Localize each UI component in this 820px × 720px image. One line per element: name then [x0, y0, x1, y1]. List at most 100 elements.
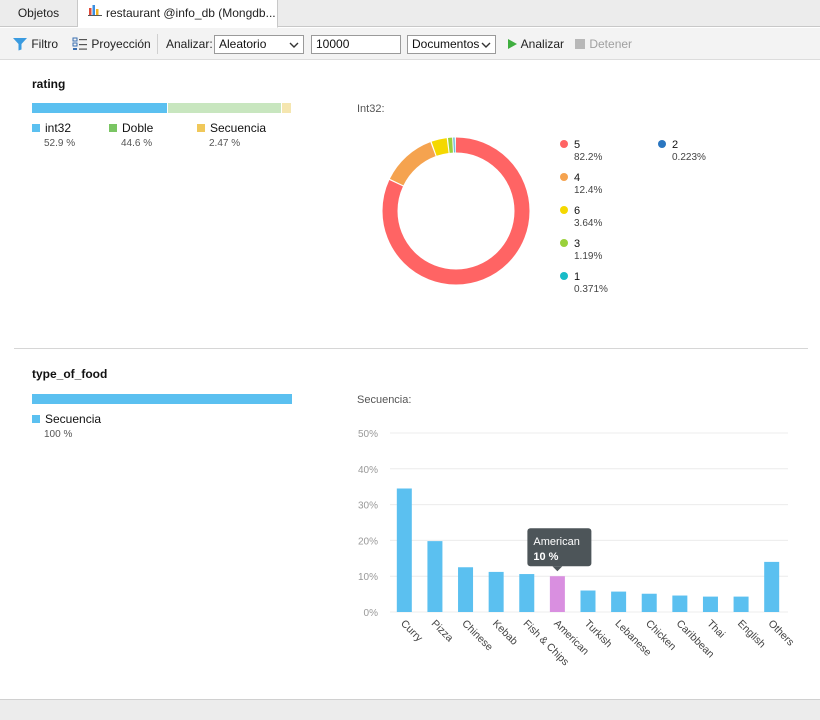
type-legend-secuencia: Secuencia 2.47 %	[197, 121, 266, 149]
sample-size-value: 10000	[316, 37, 350, 51]
bar-pizza[interactable]	[427, 541, 443, 612]
type-segment-int32	[32, 103, 168, 113]
sample-mode-value: Aleatorio	[219, 37, 267, 51]
bar-american[interactable]	[549, 576, 565, 612]
y-tick-label: 10%	[358, 572, 378, 583]
chevron-down-icon	[481, 42, 491, 48]
stop-icon	[574, 37, 589, 51]
sample-unit-value: Documentos	[412, 37, 480, 51]
tab-objects[interactable]: Objetos	[0, 0, 78, 27]
bar-turkish[interactable]	[580, 590, 596, 612]
donut-legend-percent: 82.2%	[574, 152, 603, 163]
y-tick-label: 40%	[358, 465, 378, 476]
legend-swatch	[109, 123, 117, 132]
donut-legend-label: 2	[672, 139, 679, 151]
y-tick-label: 30%	[358, 501, 378, 512]
donut-legend-item-5: 5 82.2%	[560, 139, 602, 163]
type-legend-percent: 44.6 %	[121, 138, 153, 149]
type-segment-secuencia	[32, 394, 292, 404]
x-tick-label: Pizza	[429, 618, 456, 645]
type-distribution-bar-rating	[32, 103, 292, 113]
projection-button[interactable]: Proyección	[72, 28, 151, 60]
donut-legend-label: 5	[574, 139, 581, 151]
donut-legend-label: 6	[574, 205, 581, 217]
type-legend-label: int32	[45, 121, 72, 135]
x-tick-label: Others	[766, 618, 797, 649]
toolbar-separator	[157, 34, 158, 54]
status-bar	[0, 699, 820, 720]
rating-donut-chart	[382, 137, 530, 285]
tab-bar: Objetos restaurant @info_db (Mongdb...	[0, 0, 820, 28]
detail-label-secuencia: Secuencia:	[357, 394, 412, 406]
type-legend-percent: 52.9 %	[44, 138, 76, 149]
x-tick-label: Curry	[398, 618, 425, 645]
bar-fish-chips[interactable]	[519, 574, 535, 612]
legend-dot	[560, 272, 568, 281]
type-legend-doble: Doble 44.6 %	[109, 121, 153, 149]
legend-dot	[560, 239, 568, 248]
analyze-prefix-label: Analizar:	[166, 37, 213, 51]
bar-curry[interactable]	[396, 488, 412, 612]
type-legend-label: Doble	[122, 121, 154, 135]
bar-chinese[interactable]	[458, 567, 474, 612]
donut-legend-label: 4	[574, 172, 581, 184]
x-tick-label: Thai	[704, 618, 727, 641]
projection-label: Proyección	[91, 37, 151, 51]
donut-legend-item-4: 4 12.4%	[560, 172, 602, 196]
type-legend-percent: 100 %	[44, 429, 73, 440]
sample-size-input[interactable]: 10000	[311, 35, 401, 54]
donut-legend-item-1: 1 0.371%	[560, 271, 608, 295]
type-segment-doble	[168, 103, 282, 113]
analyze-button[interactable]: Analizar	[506, 28, 564, 60]
tooltip-title: American	[533, 536, 579, 548]
type-legend-secuencia: Secuencia 100 %	[32, 412, 101, 440]
bar-chicken[interactable]	[641, 593, 657, 612]
type-legend-int32: int32 52.9 %	[32, 121, 75, 149]
bar-others[interactable]	[764, 561, 780, 612]
bar-english[interactable]	[733, 596, 749, 612]
x-tick-label: Chinese	[459, 618, 495, 654]
donut-legend-percent: 0.223%	[672, 152, 706, 163]
section-divider	[14, 348, 808, 349]
filter-label: Filtro	[31, 37, 59, 51]
stop-button-label: Detener	[589, 37, 633, 51]
sample-mode-select[interactable]: Aleatorio	[214, 35, 304, 54]
bar-thai[interactable]	[702, 596, 718, 612]
legend-dot	[560, 206, 568, 215]
bar-kebab[interactable]	[488, 571, 504, 612]
bar-caribbean[interactable]	[672, 595, 688, 612]
donut-legend-percent: 1.19%	[574, 251, 603, 262]
analyze-button-label: Analizar	[520, 37, 565, 51]
donut-legend-item-3: 3 1.19%	[560, 238, 602, 262]
filter-button[interactable]: Filtro	[12, 28, 58, 60]
field-title-type-of-food: type_of_food	[32, 367, 108, 381]
toolbar: Filtro Proyección Analizar: Aleatorio 10…	[0, 28, 820, 60]
bar-chart-icon	[88, 0, 102, 26]
type-legend-label: Secuencia	[210, 121, 267, 135]
donut-legend-item-2: 2 0.223%	[658, 139, 706, 163]
projection-icon	[72, 37, 91, 51]
y-tick-label: 0%	[364, 608, 379, 619]
stop-button[interactable]: Detener	[574, 28, 632, 60]
donut-legend-percent: 0.371%	[574, 284, 608, 295]
y-tick-label: 50%	[358, 429, 378, 440]
legend-dot	[560, 140, 568, 149]
tooltip-value: 10 %	[533, 551, 558, 563]
legend-swatch	[32, 123, 40, 132]
legend-swatch	[197, 123, 205, 132]
tab-restaurant-analysis[interactable]: restaurant @info_db (Mongdb...	[78, 0, 278, 28]
donut-legend-label: 3	[574, 238, 581, 250]
legend-dot	[560, 173, 568, 182]
legend-swatch	[32, 414, 40, 423]
field-title-rating: rating	[32, 77, 66, 91]
type-legend-percent: 2.47 %	[209, 138, 241, 149]
donut-legend-percent: 12.4%	[574, 185, 603, 196]
type-segment-secuencia	[282, 103, 291, 113]
y-tick-label: 20%	[358, 536, 378, 547]
donut-legend-percent: 3.64%	[574, 218, 603, 229]
bar-tooltip: American 10 %	[527, 528, 592, 572]
sample-unit-select[interactable]: Documentos	[407, 35, 496, 54]
bar-lebanese[interactable]	[611, 591, 627, 612]
chevron-down-icon	[289, 42, 299, 48]
type-distribution-bar-type-of-food	[32, 394, 292, 404]
